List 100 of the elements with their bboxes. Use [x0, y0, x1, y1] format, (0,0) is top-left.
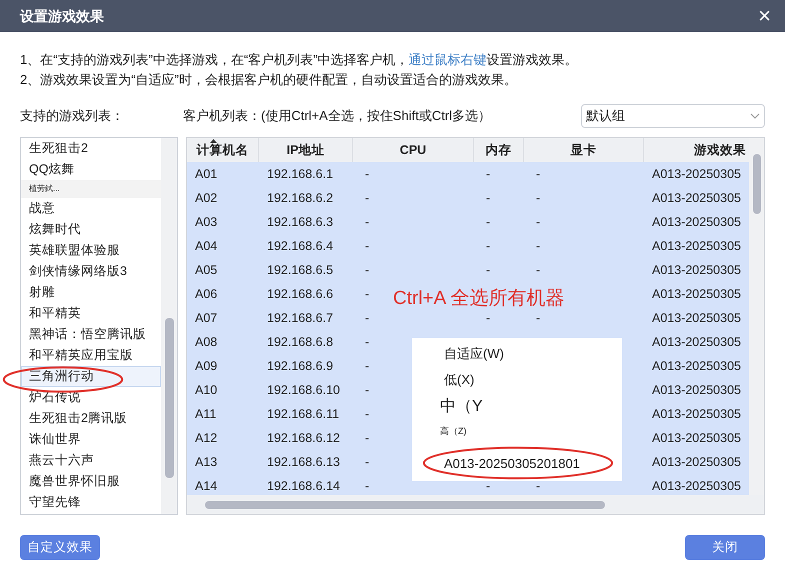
table-cell-text: A013-20250305 — [652, 190, 741, 207]
table-cell-text: A03 — [195, 214, 218, 231]
table-cell-text: - — [536, 310, 540, 327]
game-list-item[interactable]: 生死狙击2 — [21, 138, 161, 159]
game-list-item[interactable]: 射雕 — [21, 282, 161, 303]
table-cell-text: A013-20250305 — [652, 382, 741, 399]
table-cell-text: - — [486, 262, 490, 279]
table-cell-text: 192.168.6.11 — [267, 406, 340, 423]
table-cell-text: A10 — [195, 382, 218, 399]
table-cell-text: 192.168.6.9 — [267, 358, 334, 375]
table-cell-text: - — [365, 430, 370, 447]
table-cell-text: - — [365, 454, 370, 471]
table-cell-text: 192.168.6.14 — [267, 478, 340, 495]
table-cell-text: 192.168.6.6 — [267, 286, 334, 303]
table-cell-text: A14 — [195, 478, 218, 495]
table-cell-text: - — [536, 166, 540, 183]
right-click-link[interactable]: 通过鼠标右键 — [408, 52, 487, 67]
game-list-item[interactable]: 守望先锋 — [21, 492, 161, 513]
table-cell-text: - — [365, 166, 370, 183]
table-cell-text: A013-20250305 — [652, 358, 741, 375]
table-cell-text: A09 — [195, 358, 218, 375]
table-cell-text: - — [486, 166, 490, 183]
table-cell-text: - — [365, 406, 370, 423]
table-cell-text: 192.168.6.10 — [267, 382, 340, 399]
game-list-item[interactable]: 炫舞时代 — [21, 219, 161, 240]
table-cell-text: A013-20250305 — [652, 214, 741, 231]
table-cell-text: - — [486, 190, 490, 207]
custom-effect-button[interactable]: 自定义效果 — [20, 535, 100, 560]
table-cell-text: A05 — [195, 262, 218, 279]
table-cell-text: - — [365, 478, 370, 495]
game-list-item[interactable]: 和平精英 — [21, 303, 161, 324]
table-cell-text: - — [536, 190, 540, 207]
sort-caret-icon — [210, 139, 217, 143]
menu-item[interactable]: 中（Y — [412, 393, 622, 420]
menu-item[interactable]: 低(X) — [412, 366, 622, 394]
table-cell-text: A013-20250305 — [652, 166, 741, 183]
table-cell-text: - — [365, 382, 370, 399]
table-cell-text: A013-20250305 — [652, 286, 741, 303]
game-list-item[interactable]: 生死狙击2腾讯版 — [21, 408, 161, 429]
scrollbar[interactable] — [749, 138, 764, 495]
client-list-label: 客户机列表：(使用Ctrl+A全选，按住Shift或Ctrl多选） — [183, 107, 492, 126]
table-cell-text: A013-20250305 — [652, 430, 741, 447]
table-cell-text: 192.168.6.12 — [267, 430, 340, 447]
game-list-item[interactable]: 和平精英应用宝版 — [21, 345, 161, 366]
table-cell-text: A013-20250305 — [652, 310, 741, 327]
table-cell-text: 192.168.6.8 — [267, 334, 334, 351]
game-list-item[interactable]: 魔兽世界怀旧服 — [21, 471, 161, 492]
table-cell-text: A013-20250305 — [652, 334, 741, 351]
game-list-item[interactable]: 黑神话：悟空腾讯版 — [21, 324, 161, 345]
annotation-text: Ctrl+A 全选所有机器 — [393, 287, 565, 311]
window-title: 设置游戏效果 — [20, 6, 104, 26]
game-list-item[interactable]: QQ炫舞 — [21, 159, 161, 180]
table-cell-text: 192.168.6.13 — [267, 454, 340, 471]
table-cell-text: A12 — [195, 430, 218, 447]
instruction-text: 2、游戏效果设置为“自适应”时，会根据客户机的硬件配置，自动设置适合的游戏效果。 — [20, 71, 518, 89]
table-cell-text: - — [486, 214, 490, 231]
game-list-item[interactable]: 诛仙世界 — [21, 429, 161, 450]
game-list-item[interactable]: 植劳鉽... — [21, 180, 161, 198]
table-cell-text: - — [365, 286, 370, 303]
table-cell-text: - — [365, 334, 370, 351]
table-cell-text: A02 — [195, 190, 218, 207]
table-cell-text: A013-20250305 — [652, 454, 741, 471]
table-cell-text: - — [536, 214, 540, 231]
close-dialog-button[interactable]: 关闭 — [685, 535, 765, 560]
game-list-item[interactable]: 战意 — [21, 198, 161, 219]
table-cell-text: - — [486, 310, 490, 327]
table-cell-text: A07 — [195, 310, 218, 327]
table-cell-text: - — [365, 262, 370, 279]
game-list-item[interactable]: 燕云十六声 — [21, 450, 161, 471]
table-cell-text: 192.168.6.3 — [267, 214, 334, 231]
table-cell-text: - — [365, 358, 370, 375]
table-cell-text: - — [365, 310, 370, 327]
table-cell-text: - — [486, 238, 490, 255]
table-cell-text: A013-20250305 — [652, 238, 741, 255]
table-cell-text: - — [536, 262, 540, 279]
table-cell-text: 192.168.6.7 — [267, 310, 334, 327]
table-cell-text: A01 — [195, 166, 218, 183]
table-cell-text: 192.168.6.2 — [267, 190, 334, 207]
table-cell-text: - — [365, 238, 370, 255]
instruction-text: 1、在“支持的游戏列表”中选择游戏，在“客户机列表”中选择客户机，通过鼠标右键设置游戏效果。 — [20, 51, 579, 69]
chevron-down-icon — [750, 113, 760, 119]
table-cell-text: A06 — [195, 286, 218, 303]
game-list-item[interactable]: 剑侠情缘网络版3 — [21, 261, 161, 282]
close-button[interactable]: × — [758, 5, 771, 27]
scrollbar[interactable] — [161, 138, 177, 514]
table-cell-text: A013-20250305 — [652, 406, 741, 423]
game-list-item[interactable]: 英雄联盟体验服 — [21, 240, 161, 261]
group-dropdown[interactable]: 默认组 — [581, 104, 765, 128]
menu-item[interactable]: 高（Z) — [412, 420, 622, 444]
table-cell-text: 192.168.6.4 — [267, 238, 334, 255]
menu-item[interactable]: 自适应(W) — [412, 340, 622, 367]
table-cell-text: A08 — [195, 334, 218, 351]
table-cell-text: A04 — [195, 238, 218, 255]
table-cell-text: A11 — [195, 406, 216, 423]
game-list-item[interactable]: 三角洲行动 — [21, 366, 161, 387]
table-cell-text: - — [365, 190, 370, 207]
scrollbar[interactable] — [187, 495, 764, 514]
game-list-label: 支持的游戏列表： — [20, 107, 125, 126]
table-cell-text: A013-20250305 — [652, 478, 741, 495]
table-cell-text: 192.168.6.5 — [267, 262, 334, 279]
